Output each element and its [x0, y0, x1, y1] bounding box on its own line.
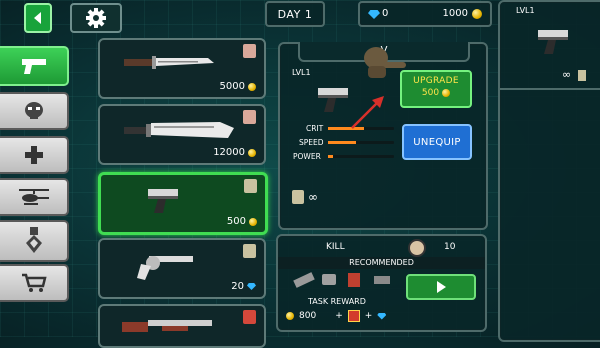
- shotgun-icon: [122, 320, 212, 332]
- tutorial-hand-icon: [364, 47, 406, 78]
- coin-icon: [472, 9, 482, 19]
- pistol-icon: [318, 88, 348, 112]
- gear-icon: [86, 8, 106, 28]
- medal-icon: [25, 227, 42, 253]
- category-vehicles[interactable]: [0, 178, 69, 216]
- stat-speed-label: SPEED: [299, 138, 324, 147]
- kill-count: 10: [444, 242, 456, 252]
- melee-fist-icon: [243, 44, 256, 58]
- weapon-price-value: 500: [226, 216, 246, 227]
- category-pistols[interactable]: [0, 46, 69, 86]
- gem-icon: [377, 312, 387, 320]
- stat-crit-label: CRIT: [306, 124, 324, 133]
- reward-plus-2: +: [364, 311, 373, 321]
- unequip-button[interactable]: UNEQUIP: [402, 124, 472, 160]
- ammo-icon: [292, 190, 304, 204]
- task-reward-label: TASK REWARD: [308, 297, 366, 306]
- day-label: DAY 1: [277, 7, 313, 21]
- gem-count: 0: [382, 8, 389, 19]
- tutorial-arrow-icon: [351, 96, 384, 129]
- reward-plus-1: +: [335, 311, 343, 321]
- weapon-card-combat-knife[interactable]: 5000: [98, 38, 266, 99]
- equipped-pistol-icon: [538, 30, 568, 54]
- skull-mask-icon: [24, 102, 43, 119]
- category-medkits[interactable]: [0, 136, 69, 174]
- gem-icon: [247, 283, 256, 290]
- recommended-label: RECOMMENDED: [349, 258, 414, 267]
- coin-count: 1000: [442, 8, 468, 19]
- machete-icon: [124, 122, 234, 138]
- coin-icon: [442, 89, 451, 97]
- upgrade-price-value: 500: [421, 88, 440, 98]
- category-medals[interactable]: [0, 220, 69, 262]
- coin-icon: [249, 217, 257, 226]
- shield-badge-icon: [348, 273, 360, 287]
- coin-icon: [248, 148, 256, 157]
- category-shop[interactable]: [0, 264, 69, 302]
- coin-icon: [286, 312, 294, 320]
- reward-coins: 800: [299, 311, 317, 321]
- play-arrow-icon: [437, 281, 446, 293]
- melee-fist-icon: [243, 110, 256, 124]
- weapon-price: 20: [231, 281, 256, 292]
- stat-power-bar: [328, 155, 394, 158]
- revolver-icon: [137, 256, 193, 280]
- detail-level: LVL1: [292, 68, 311, 77]
- pistol-icon: [148, 189, 178, 213]
- equipped-panel: LVL1 ∞: [498, 0, 600, 342]
- reward-row: 800 + +: [286, 310, 387, 322]
- back-button[interactable]: [24, 3, 52, 33]
- unequip-label: UNEQUIP: [413, 136, 461, 148]
- pistol-icon: [21, 59, 46, 74]
- kill-label: KILL: [326, 242, 345, 252]
- weapon-card-shotgun[interactable]: [98, 304, 266, 348]
- weapon-card-pistol[interactable]: 500: [98, 172, 268, 235]
- enemy-face-icon: [408, 239, 426, 257]
- weapon-price-value: 12000: [213, 147, 245, 158]
- weapon-card-revolver[interactable]: 20: [98, 238, 266, 299]
- upgrade-price: 500: [402, 88, 470, 98]
- day-panel: DAY 1: [265, 1, 325, 27]
- gem-icon: [368, 10, 380, 19]
- weapon-price: 500: [227, 216, 257, 227]
- ammo-icon: [243, 244, 256, 258]
- stat-power-label: POWER: [293, 152, 321, 161]
- ammo-icon: [244, 179, 257, 193]
- weapon-card-machete[interactable]: 12000: [98, 104, 266, 165]
- medkit-cross-icon: [24, 146, 43, 164]
- shell-ammo-icon: [243, 310, 256, 324]
- coin-icon: [248, 82, 256, 91]
- shopping-cart-icon: [21, 273, 47, 292]
- gift-box-icon: [347, 310, 360, 322]
- mission-panel: KILL 10 RECOMMENDED TASK REWARD 800 + +: [276, 234, 487, 332]
- ammo-icon: [578, 70, 586, 81]
- camera-icon: [322, 274, 336, 285]
- weapon-price: 5000: [220, 81, 256, 92]
- upgrade-label: UPGRADE: [413, 76, 459, 86]
- assault-rifle-icon: [293, 272, 315, 288]
- weapon-price: 12000: [213, 147, 256, 158]
- drone-icon: [374, 276, 390, 284]
- weapon-price-value: 20: [231, 281, 244, 292]
- ammo-value: ∞: [308, 190, 318, 204]
- helicopter-icon: [18, 189, 49, 205]
- mission-go-button[interactable]: [406, 274, 476, 300]
- recommended-strip: RECOMMENDED: [278, 257, 485, 269]
- settings-button[interactable]: [70, 3, 122, 33]
- weapon-price-value: 5000: [219, 81, 245, 92]
- currency-panel: 0 1000: [358, 1, 492, 27]
- category-characters[interactable]: [0, 92, 69, 130]
- back-arrow-icon: [34, 12, 41, 24]
- combat-knife-icon: [124, 56, 214, 69]
- equipped-ammo: ∞: [562, 68, 572, 81]
- stat-speed-bar: [328, 141, 394, 144]
- equipped-divider: [500, 88, 600, 90]
- weapon-detail-panel: V LVL1 UPGRADE 500 UNEQUIP CRIT SPEED PO…: [278, 42, 488, 230]
- equipped-level: LVL1: [516, 6, 535, 15]
- ammo-row: ∞: [292, 190, 318, 204]
